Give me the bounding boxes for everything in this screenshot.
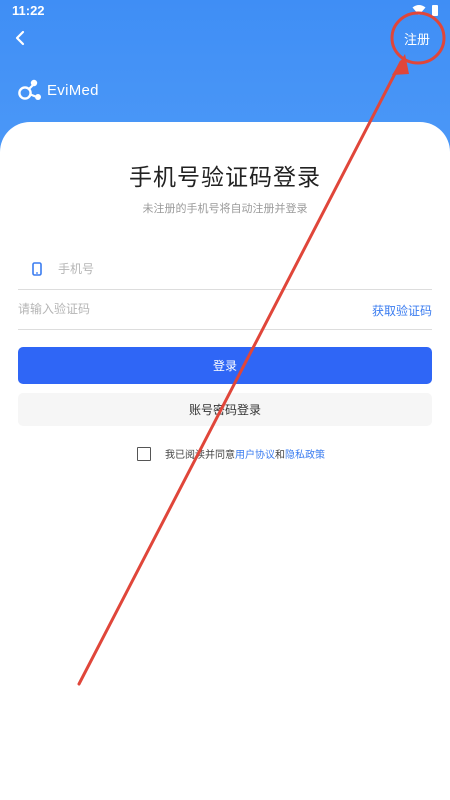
battery-icon bbox=[432, 4, 438, 16]
status-time: 11:22 bbox=[12, 3, 45, 18]
logo-text: EviMed bbox=[47, 81, 99, 99]
agreement-row: 我已阅读并同意 用户协议 和 隐私政策 bbox=[137, 446, 325, 461]
user-agreement-link[interactable]: 用户协议 bbox=[235, 446, 275, 461]
back-button[interactable] bbox=[8, 26, 32, 50]
login-button[interactable]: 登录 bbox=[18, 347, 432, 384]
page-title: 手机号验证码登录 bbox=[129, 165, 321, 191]
status-icons bbox=[412, 4, 438, 16]
status-bar: 11:22 bbox=[0, 0, 450, 22]
mobile-phone-icon bbox=[32, 262, 42, 276]
privacy-policy-link[interactable]: 隐私政策 bbox=[285, 446, 325, 461]
verification-code-input[interactable] bbox=[18, 300, 318, 318]
login-screen: 11:22 注册 EviMed 手机号验证码登录 未注册的手机号将自动注册并登录 bbox=[0, 0, 450, 800]
password-login-button[interactable]: 账号密码登录 bbox=[18, 393, 432, 426]
phone-input[interactable] bbox=[58, 260, 418, 278]
app-logo: EviMed bbox=[18, 78, 99, 102]
phone-field-row bbox=[18, 250, 432, 290]
register-button[interactable]: 注册 bbox=[404, 29, 430, 48]
agreement-prefix: 我已阅读并同意 bbox=[165, 450, 235, 461]
page-subtitle: 未注册的手机号将自动注册并登录 bbox=[142, 202, 308, 215]
agreement-conjunction: 和 bbox=[275, 450, 285, 461]
wifi-icon bbox=[412, 5, 426, 15]
chevron-left-icon bbox=[15, 30, 25, 46]
code-field-row: 获取验证码 bbox=[18, 290, 432, 330]
get-code-button[interactable]: 获取验证码 bbox=[372, 302, 432, 319]
login-card bbox=[0, 122, 450, 800]
evimed-logo-icon bbox=[18, 79, 41, 100]
agreement-checkbox[interactable] bbox=[137, 446, 151, 461]
